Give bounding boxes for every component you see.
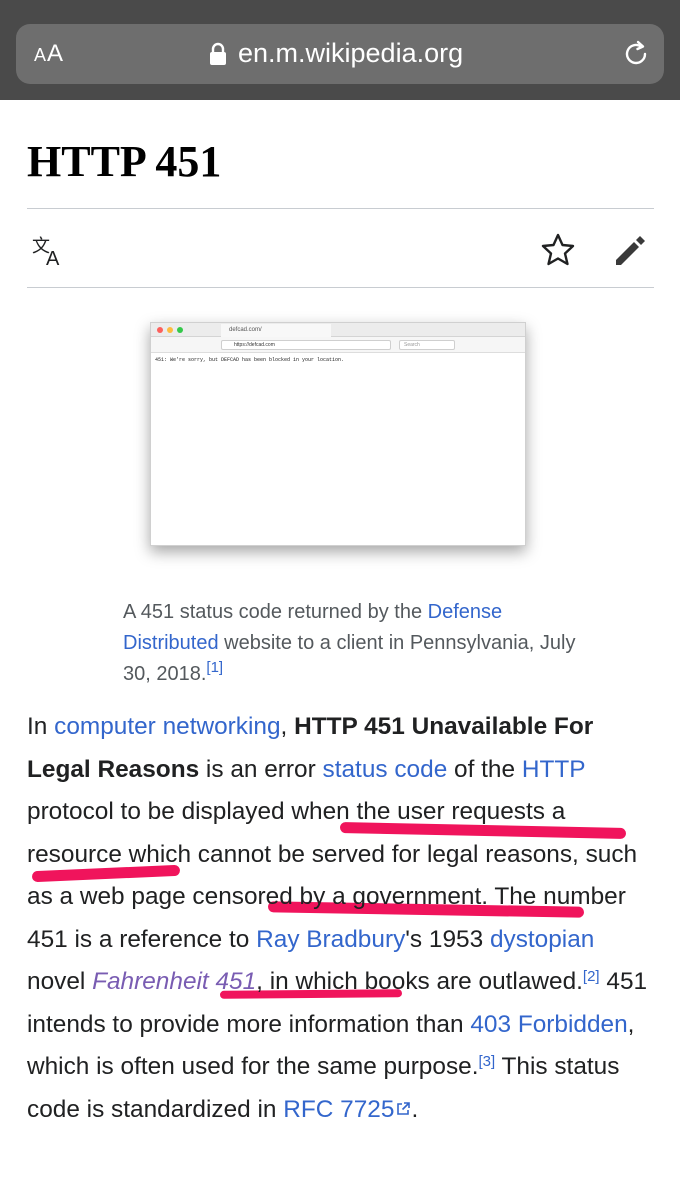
page-title: HTTP 451 <box>27 137 222 186</box>
article-text: novel <box>27 968 93 995</box>
reference-2[interactable]: [2] <box>583 968 600 985</box>
address-bar[interactable]: AA en.m.wikipedia.org <box>16 24 664 84</box>
link-fahrenheit-451[interactable]: Fahrenheit 451 <box>92 968 256 995</box>
article-text: of the <box>447 755 522 783</box>
translate-icon[interactable]: 文 A <box>30 232 66 268</box>
figure-screenshot[interactable]: defcad.com/ https://defcad.com Search 45… <box>150 322 526 546</box>
aa-large-glyph: A <box>47 40 65 67</box>
external-link-icon <box>397 1101 411 1115</box>
link-dystopian[interactable]: dystopian <box>490 926 594 953</box>
minimize-dot-icon <box>167 327 173 333</box>
article-text: . <box>411 1095 419 1123</box>
title-divider <box>27 208 654 209</box>
close-dot-icon <box>157 327 163 333</box>
link-ray-bradbury[interactable]: Ray Bradbury <box>256 926 405 953</box>
figure-url: https://defcad.com <box>221 340 391 350</box>
article-text: In <box>27 713 55 740</box>
article-text: 's 1953 <box>405 925 490 953</box>
link-status-code[interactable]: status code <box>323 756 448 783</box>
link-rfc-7725[interactable]: RFC 7725 <box>283 1096 411 1123</box>
link-computer-networking[interactable]: computer networking <box>54 713 280 740</box>
article-paragraph: In computer networking, HTTP 451 Unavail… <box>27 706 657 1131</box>
reference-3[interactable]: [3] <box>478 1053 495 1070</box>
article-text: , in which books are outlawed. <box>256 968 583 995</box>
zoom-dot-icon <box>177 327 183 333</box>
figure-tab: defcad.com/ <box>221 324 331 337</box>
figure-tab-bar: defcad.com/ <box>151 323 525 337</box>
star-icon[interactable] <box>540 232 576 268</box>
rfc-link-label: RFC 7725 <box>283 1095 395 1123</box>
aa-small-glyph: A <box>34 45 48 65</box>
lock-icon <box>210 42 226 65</box>
caption-text: A 451 status code returned by the <box>123 601 428 623</box>
url-text[interactable]: en.m.wikipedia.org <box>238 38 463 69</box>
reader-text-size-button[interactable]: AA <box>34 40 64 68</box>
toolbar-divider <box>27 287 654 288</box>
link-http[interactable]: HTTP <box>522 756 585 783</box>
article-text: , <box>280 713 295 740</box>
browser-top-bar: AA en.m.wikipedia.org <box>0 0 680 100</box>
reference-1[interactable]: [1] <box>206 659 223 676</box>
figure-blocked-message: 451: We're sorry, but DEFCAD has been bl… <box>155 357 345 363</box>
link-403-forbidden[interactable]: 403 Forbidden <box>470 1011 627 1038</box>
pencil-icon[interactable] <box>612 232 648 268</box>
article-text: is an error <box>199 755 323 783</box>
figure-search: Search <box>399 340 455 350</box>
figure-toolbar: https://defcad.com Search <box>151 337 525 353</box>
figure-caption: A 451 status code returned by the Defens… <box>123 597 593 690</box>
svg-text:A: A <box>46 248 60 268</box>
reload-icon[interactable] <box>620 38 652 70</box>
